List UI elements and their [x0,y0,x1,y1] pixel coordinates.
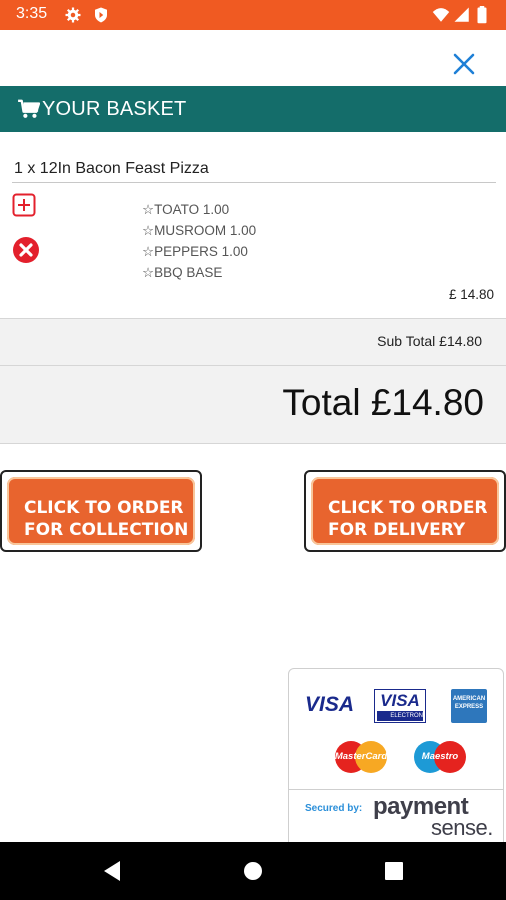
button-label: CLICK TO ORDER FOR COLLECTION [24,497,188,541]
secured-by-label: Secured by: [305,803,363,814]
option-item: ☆PEPPERS 1.00 [142,244,248,259]
status-bar: 3:35 [0,0,506,30]
status-time: 3:35 [16,5,48,22]
maestro-text: Maestro [421,751,459,762]
button-label-line: FOR COLLECTION [24,520,189,540]
back-icon[interactable] [100,859,124,883]
navigation-bar [0,842,506,900]
amex-text: AMERICAN EXPRESS [452,696,486,710]
item-price: £ 14.80 [448,287,494,302]
button-face: CLICK TO ORDER FOR DELIVERY [311,477,499,545]
order-collection-button[interactable]: CLICK TO ORDER FOR COLLECTION [0,470,202,552]
subtotal-text: Sub Total £14.80 [377,333,482,349]
recents-icon[interactable] [382,859,406,883]
basket-item-name: 1 x 12In Bacon Feast Pizza [14,160,209,177]
cart-icon [18,99,40,118]
item-divider [12,182,496,183]
visa-electron-logo: VISA ELECTRON [374,689,426,723]
battery-icon [477,6,487,24]
basket-title: YOUR BASKET [42,98,187,120]
payment-divider [289,789,503,790]
total-row: Total £14.80 [0,366,506,444]
visa-electron-sub: ELECTRON [377,711,423,721]
shield-icon [95,7,107,23]
item-options: ☆TOATO 1.00 ☆MUSROOM 1.00 ☆PEPPERS 1.00 … [142,199,256,283]
settings-icon [65,7,81,23]
mastercard-text: MasterCard [334,751,388,762]
visa-logo: VISA [305,693,355,716]
subtotal-row: Sub Total £14.80 [0,318,506,366]
button-label: CLICK TO ORDER FOR DELIVERY [328,497,488,541]
amex-logo: AMERICAN EXPRESS [451,689,487,723]
paymentsense-brand-top: payment [373,793,469,820]
mastercard-logo: MasterCard [334,740,388,774]
button-label-line: CLICK TO ORDER [24,498,184,518]
visa-electron-text: VISA [380,691,420,710]
total-text: Total £14.80 [282,382,484,423]
button-label-line: FOR DELIVERY [328,520,466,540]
order-delivery-button[interactable]: CLICK TO ORDER FOR DELIVERY [304,470,506,552]
option-item: ☆MUSROOM 1.00 [142,223,257,238]
close-icon[interactable] [450,50,478,78]
button-label-line: CLICK TO ORDER [328,498,488,518]
button-face: CLICK TO ORDER FOR COLLECTION [7,477,195,545]
maestro-logo: Maestro [413,740,467,774]
option-item: ☆BBQ BASE [142,265,223,280]
basket-header: YOUR BASKET [0,86,506,132]
signal-icon [454,7,469,22]
option-item: ☆TOATO 1.00 [142,202,230,217]
payment-methods-card: VISA VISA ELECTRON AMERICAN EXPRESS Mast… [288,668,504,848]
add-icon[interactable] [12,193,36,217]
home-icon[interactable] [241,859,265,883]
remove-icon[interactable] [12,236,40,264]
paymentsense-brand-bottom: sense. [431,815,493,840]
wifi-icon [432,8,450,22]
